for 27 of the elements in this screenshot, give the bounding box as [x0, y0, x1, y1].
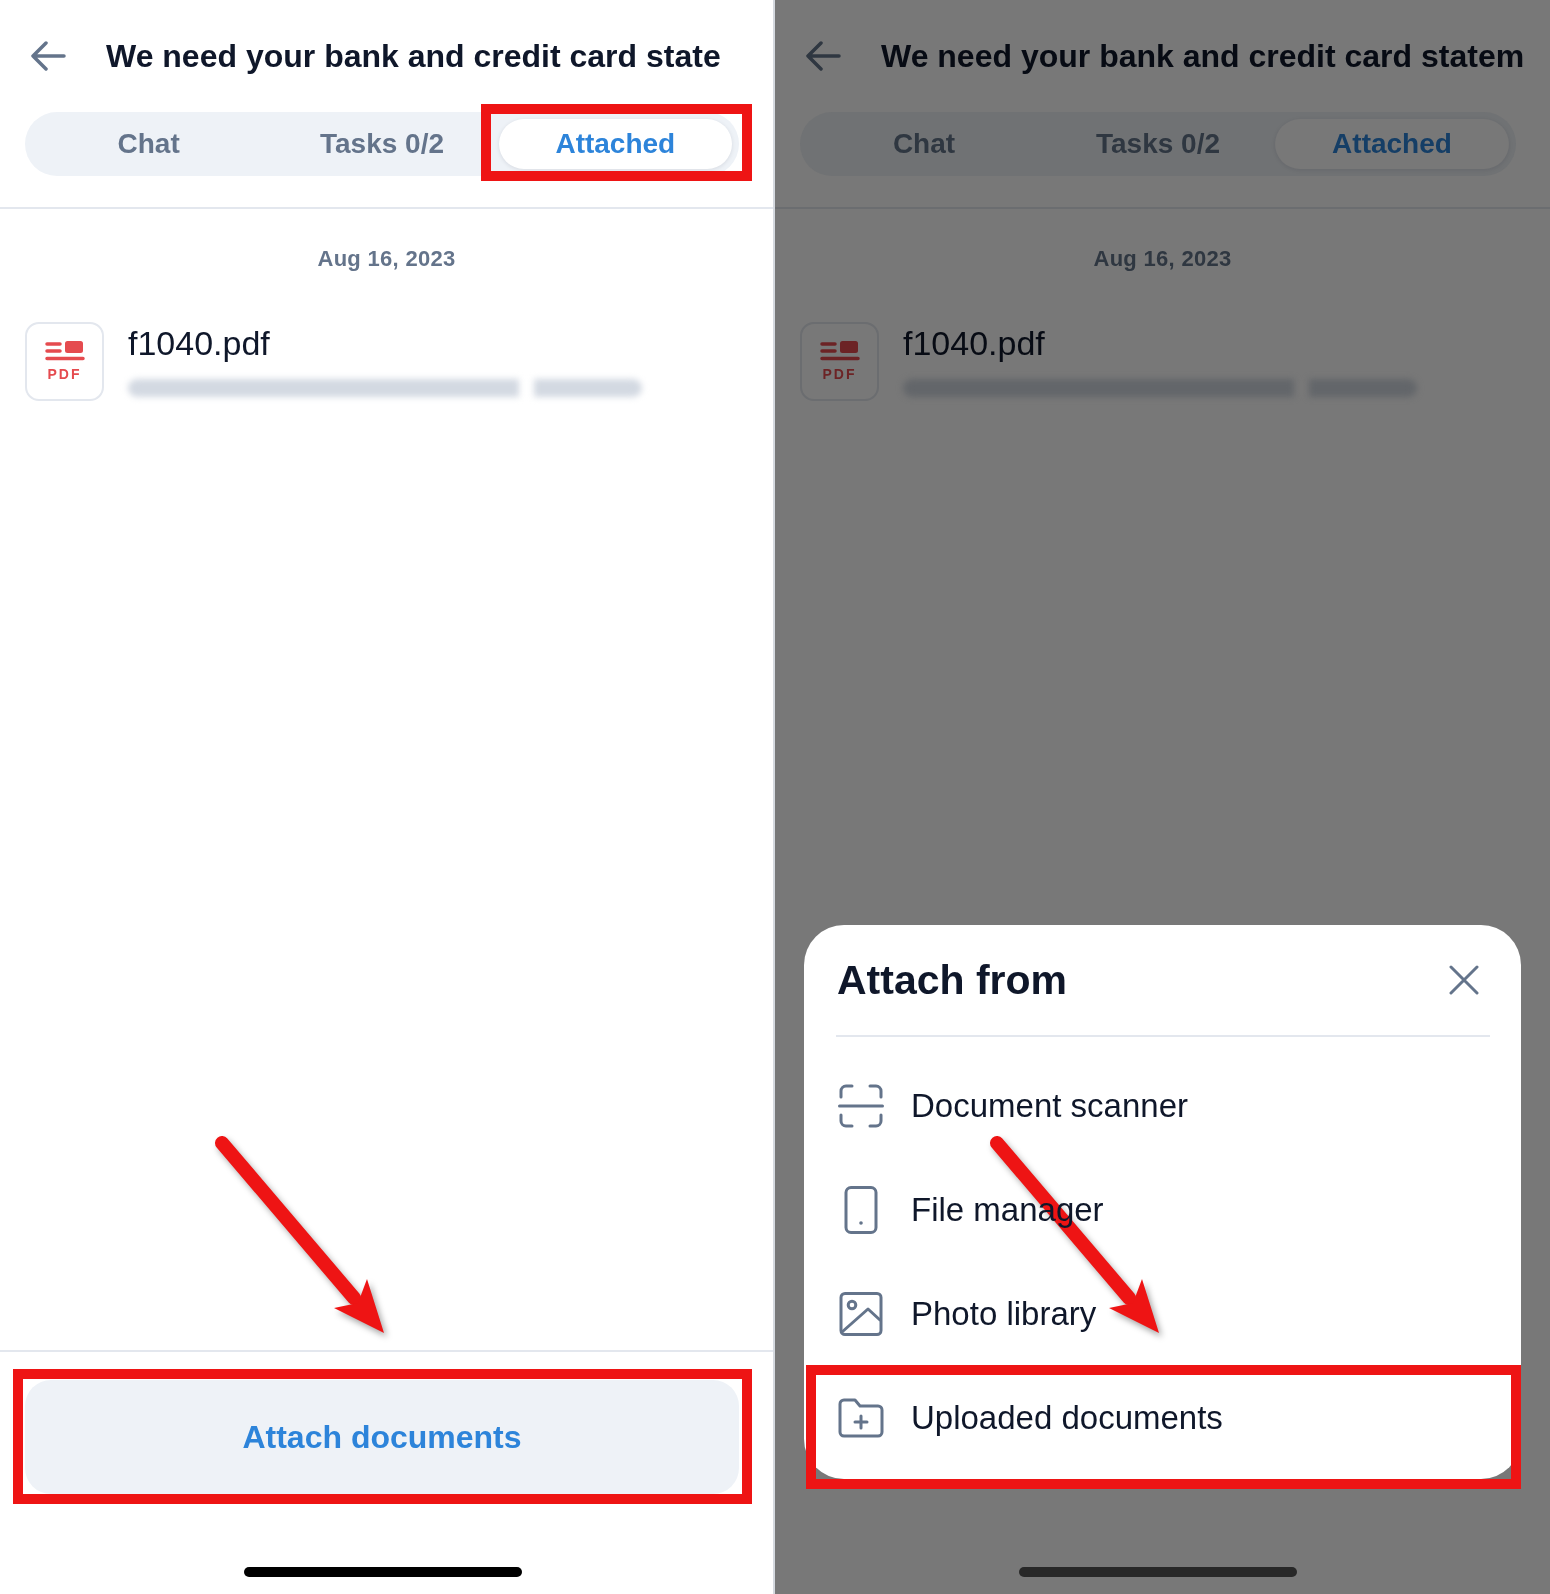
- back-arrow-icon[interactable]: [805, 41, 841, 71]
- attach-documents-button[interactable]: Attach documents: [25, 1380, 739, 1494]
- screen-title: We need your bank and credit card state: [106, 37, 721, 75]
- file-name: f1040.pdf: [903, 323, 1046, 363]
- image-icon: [838, 1292, 884, 1336]
- tab[interactable]: Tasks 0/2: [1041, 119, 1275, 169]
- date-label: Aug 16, 2023: [1093, 246, 1232, 272]
- file-type-label: PDF: [47, 367, 82, 382]
- file-type-label: PDF: [822, 367, 857, 382]
- screen-title: We need your bank and credit card statem: [881, 37, 1525, 75]
- file-name: f1040.pdf: [128, 323, 271, 363]
- scan-frame-icon: [838, 1084, 884, 1128]
- date-label: Aug 16, 2023: [317, 246, 456, 272]
- document-lines-icon: [44, 341, 85, 361]
- tab[interactable]: Attached: [1275, 119, 1509, 169]
- attach-option[interactable]: Document scanner: [804, 1054, 1521, 1158]
- back-arrow-icon[interactable]: [30, 41, 66, 71]
- tab[interactable]: Attached: [498, 119, 732, 169]
- attach-option[interactable]: Photo library: [804, 1262, 1521, 1366]
- tab[interactable]: Chat: [32, 119, 266, 169]
- close-icon[interactable]: [1449, 965, 1479, 995]
- document-lines-icon: [819, 341, 860, 361]
- tab[interactable]: Chat: [807, 119, 1041, 169]
- folder-plus-icon: [838, 1397, 884, 1439]
- attach-option[interactable]: Uploaded documents: [804, 1366, 1521, 1470]
- tab[interactable]: Tasks 0/2: [265, 119, 499, 169]
- sheet-title: Attach from: [837, 956, 1068, 1004]
